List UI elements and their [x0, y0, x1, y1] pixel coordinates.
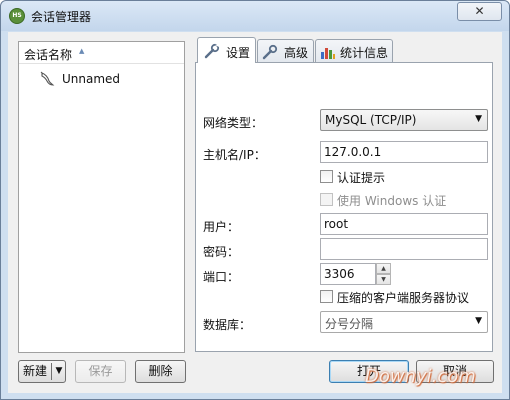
port-spinner[interactable]: ▲ ▼: [376, 263, 391, 285]
network-type-select[interactable]: MySQL (TCP/IP) ▼: [320, 109, 488, 131]
host-value: 127.0.0.1: [324, 145, 382, 159]
network-type-value: MySQL (TCP/IP): [325, 113, 417, 127]
host-label: 主机名/IP：: [203, 148, 266, 162]
dolphin-icon: [40, 71, 55, 86]
session-manager-window: HS 会话管理器 ✕ 会话名称 ▲ Unnamed 新建 ▼ 保存 删除 设置 …: [0, 0, 510, 400]
database-value: 分号分隔: [325, 317, 374, 331]
session-item-label: Unnamed: [62, 72, 121, 86]
windows-auth-checkbox[interactable]: [320, 193, 333, 206]
dropdown-arrow-icon[interactable]: ▼: [53, 361, 65, 382]
host-input[interactable]: 127.0.0.1: [320, 141, 488, 163]
port-label: 端口：: [203, 270, 240, 284]
session-tree[interactable]: 会话名称 ▲ Unnamed: [18, 41, 185, 353]
tab-settings[interactable]: 设置: [197, 37, 256, 63]
database-select[interactable]: 分号分隔 ▼: [320, 311, 488, 333]
spin-down-icon[interactable]: ▼: [376, 274, 391, 285]
split-separator: [51, 363, 52, 380]
user-label: 用户：: [203, 220, 240, 234]
tab-advanced[interactable]: 高级: [257, 39, 314, 62]
session-item[interactable]: Unnamed: [39, 71, 179, 89]
tab-statistics-label: 统计信息: [340, 46, 389, 60]
user-value: root: [324, 217, 349, 231]
auth-prompt-checkbox[interactable]: [320, 170, 333, 183]
wrench-icon: [204, 43, 220, 59]
delete-button[interactable]: 删除: [135, 360, 186, 383]
new-button-label: 新建: [22, 364, 47, 378]
password-label: 密码：: [203, 245, 240, 259]
port-value: 3306: [324, 267, 355, 281]
settings-panel: 网络类型： MySQL (TCP/IP) ▼ 主机名/IP： 127.0.0.1…: [195, 62, 493, 352]
window-title: 会话管理器: [31, 10, 92, 24]
app-icon: HS: [9, 8, 25, 24]
tab-statistics[interactable]: 统计信息: [315, 39, 393, 62]
tab-advanced-label: 高级: [284, 46, 309, 60]
compress-checkbox[interactable]: [320, 290, 333, 303]
bar-chart-icon: [321, 48, 335, 59]
password-input[interactable]: [320, 238, 488, 260]
save-button[interactable]: 保存: [75, 360, 126, 383]
tree-column-header[interactable]: 会话名称 ▲: [19, 42, 184, 64]
port-input[interactable]: 3306: [320, 263, 376, 285]
tab-settings-label: 设置: [226, 46, 251, 60]
wrench-icon: [262, 44, 278, 60]
sort-ascending-icon: ▲: [79, 47, 85, 55]
watermark: Downyi.com: [365, 366, 476, 387]
compress-label: 压缩的客户端服务器协议: [337, 291, 470, 305]
windows-auth-label: 使用 Windows 认证: [337, 194, 447, 208]
network-type-label: 网络类型：: [203, 116, 264, 130]
new-session-button[interactable]: 新建 ▼: [18, 360, 66, 383]
spin-up-icon[interactable]: ▲: [376, 263, 391, 274]
column-header-label: 会话名称: [24, 48, 73, 62]
close-button[interactable]: ✕: [457, 2, 502, 21]
title-bar[interactable]: HS 会话管理器 ✕: [1, 1, 509, 31]
user-input[interactable]: root: [320, 213, 488, 235]
dialog-body: 会话名称 ▲ Unnamed 新建 ▼ 保存 删除 设置 高级 统计信息 网络类…: [8, 32, 502, 393]
database-label: 数据库：: [203, 318, 252, 332]
chevron-down-icon: ▼: [475, 316, 482, 326]
chevron-down-icon: ▼: [475, 114, 482, 124]
auth-prompt-label: 认证提示: [337, 171, 386, 185]
